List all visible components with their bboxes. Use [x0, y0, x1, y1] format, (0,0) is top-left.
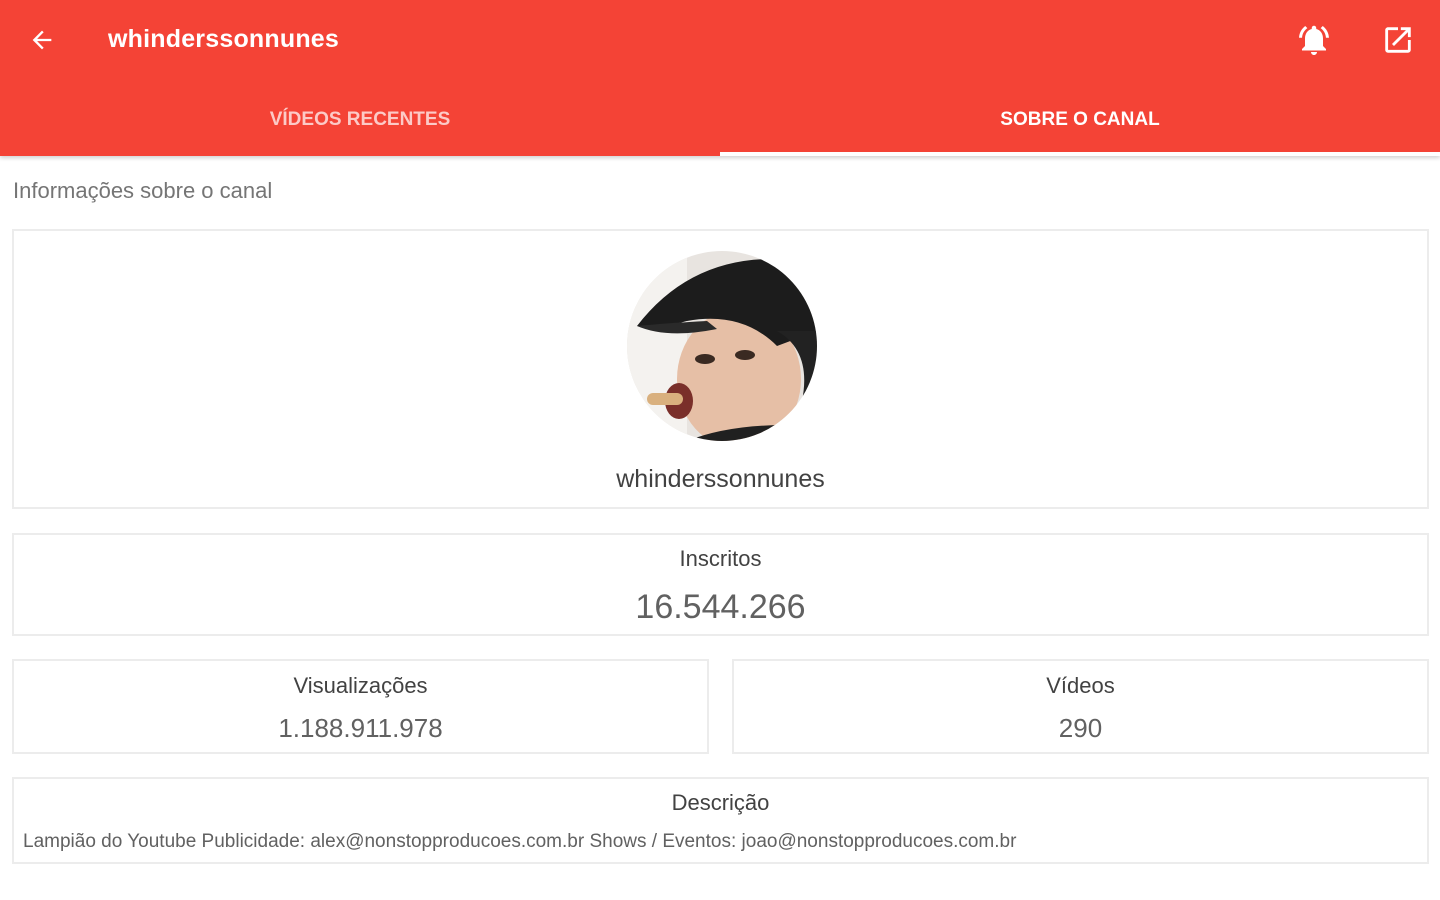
views-label: Visualizações — [293, 673, 428, 698]
tab-label: VÍDEOS RECENTES — [269, 109, 451, 130]
subscribers-card: Inscritos 16.544.266 — [12, 533, 1429, 636]
toolbar: whinderssonnunes — [0, 0, 1440, 84]
description-label: Descrição — [671, 790, 770, 815]
open-external-icon — [1381, 23, 1415, 62]
section-title: Informações sobre o canal — [13, 178, 273, 203]
app-bar: whinderssonnunes VÍDEOS RECENTES SOBRE O… — [0, 0, 1440, 156]
tab-bar: VÍDEOS RECENTES SOBRE O CANAL — [0, 84, 1440, 156]
subscribers-label: Inscritos — [679, 546, 762, 571]
open-external-button[interactable] — [1378, 22, 1418, 62]
subscribers-count: 16.544.266 — [635, 588, 806, 626]
videos-card: Vídeos 290 — [732, 659, 1429, 754]
channel-name: whinderssonnunes — [616, 465, 825, 493]
profile-card: whinderssonnunes — [12, 229, 1429, 509]
back-button[interactable] — [22, 22, 62, 62]
tab-label: SOBRE O CANAL — [1000, 109, 1160, 130]
tab-about-channel[interactable]: SOBRE O CANAL — [720, 84, 1440, 156]
videos-label: Vídeos — [1046, 673, 1115, 698]
description-card: Descrição Lampião do Youtube Publicidade… — [12, 777, 1429, 864]
views-count: 1.188.911.978 — [278, 713, 443, 743]
avatar — [627, 251, 817, 441]
notification-button[interactable] — [1294, 22, 1334, 62]
tab-recent-videos[interactable]: VÍDEOS RECENTES — [0, 84, 720, 156]
channel-title: whinderssonnunes — [108, 25, 340, 53]
notification-bell-icon — [1296, 22, 1332, 63]
description-text: Lampião do Youtube Publicidade: alex@non… — [23, 831, 1017, 852]
arrow-back-icon — [28, 26, 56, 59]
active-tab-indicator — [720, 152, 1440, 156]
views-card: Visualizações 1.188.911.978 — [12, 659, 709, 754]
videos-count: 290 — [1058, 713, 1103, 743]
